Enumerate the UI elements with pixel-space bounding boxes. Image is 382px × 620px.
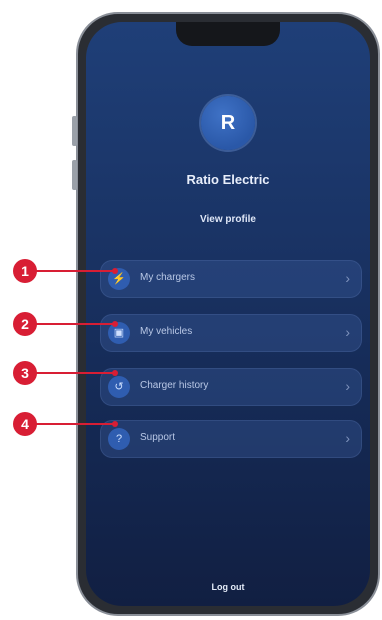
phone-frame: R Ratio Electric View profile ⚡ My charg… (72, 12, 380, 616)
callout-dot-4 (112, 421, 118, 427)
callout-line-4 (34, 423, 114, 425)
volume-down-button (72, 160, 77, 190)
menu-item-label: Charger history (140, 380, 209, 391)
callout-dot-3 (112, 370, 118, 376)
callout-line-2 (34, 323, 114, 325)
logout-button[interactable]: Log out (86, 582, 370, 592)
menu-item-support[interactable]: ? Support › (100, 420, 362, 458)
callout-dot-1 (112, 268, 118, 274)
chevron-right-icon: › (345, 430, 350, 446)
phone-notch (176, 22, 280, 46)
callout-dot-2 (112, 321, 118, 327)
menu-item-charger-history[interactable]: ↺ Charger history › (100, 368, 362, 406)
history-icon: ↺ (108, 376, 130, 398)
chevron-right-icon: › (345, 324, 350, 340)
menu-item-label: My vehicles (140, 326, 193, 337)
chevron-right-icon: › (345, 378, 350, 394)
callout-badge-4: 4 (13, 412, 37, 436)
menu-item-my-vehicles[interactable]: ▣ My vehicles › (100, 314, 362, 352)
callout-badge-3: 3 (13, 361, 37, 385)
volume-up-button (72, 116, 77, 146)
avatar[interactable]: R (201, 96, 255, 150)
profile-name: Ratio Electric (186, 172, 270, 187)
support-icon: ? (108, 428, 130, 450)
callout-badge-1: 1 (13, 259, 37, 283)
menu-item-my-chargers[interactable]: ⚡ My chargers › (100, 260, 362, 298)
callout-line-1 (34, 270, 114, 272)
callout-line-3 (34, 372, 114, 374)
callout-badge-2: 2 (13, 312, 37, 336)
menu-item-label: Support (140, 432, 176, 443)
chevron-right-icon: › (345, 270, 350, 286)
menu-item-label: My chargers (140, 272, 196, 283)
avatar-initial: R (220, 111, 236, 134)
view-profile-link[interactable]: View profile (86, 214, 370, 225)
app-screen: R Ratio Electric View profile ⚡ My charg… (86, 22, 370, 606)
